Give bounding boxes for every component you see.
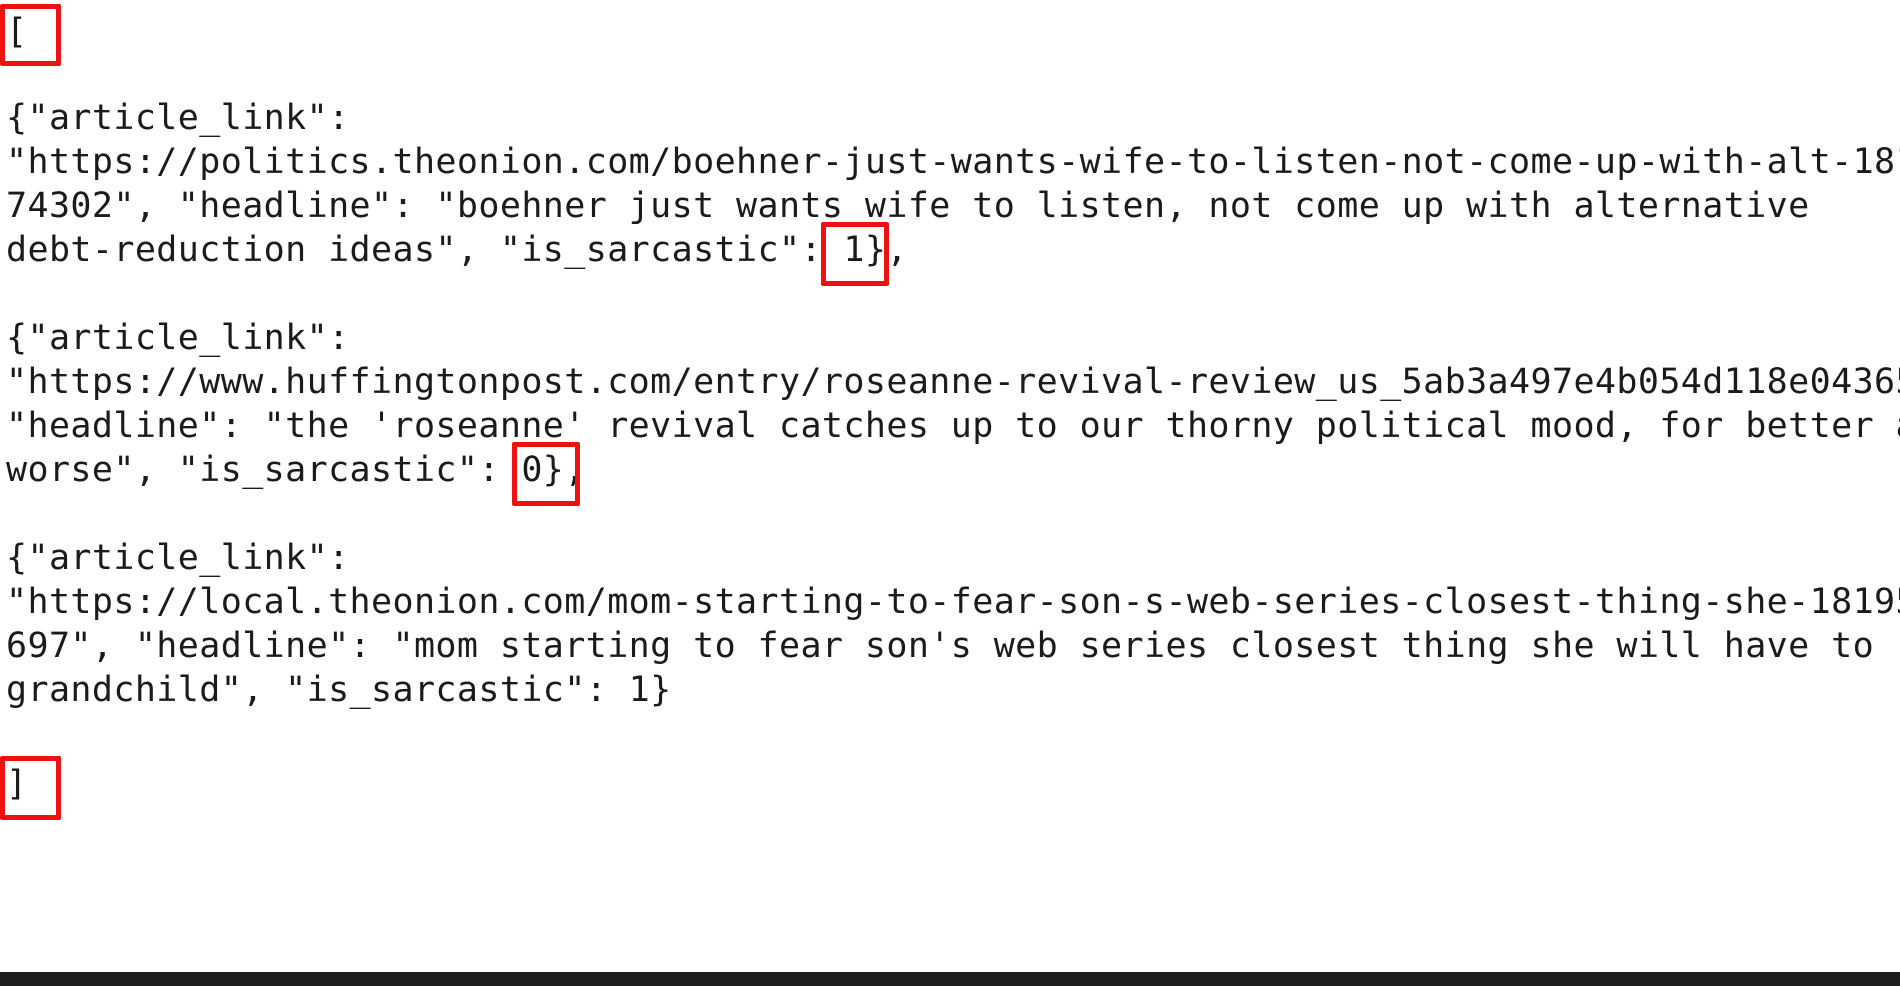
record-3-line-3: 697", "headline": "mom starting to fear … [6,626,1875,666]
record-2-line-3: "headline": "the 'roseanne' revival catc… [6,406,1900,446]
record-3-line-2: "https://local.theonion.com/mom-starting… [6,582,1900,622]
record-2-line-1: {"article_link": [6,318,350,358]
record-3-line-1: {"article_link": [6,538,350,578]
record-1-line-1: {"article_link": [6,98,350,138]
taskbar-strip [0,972,1900,986]
record-1-line-2: "https://politics.theonion.com/boehner-j… [6,142,1900,182]
record-1-line-3: 74302", "headline": "boehner just wants … [6,186,1810,226]
close-bracket-highlight [0,756,61,820]
record-2-line-2: "https://www.huffingtonpost.com/entry/ro… [6,362,1900,402]
record-1-line-4: debt-reduction ideas", "is_sarcastic": 1… [6,230,908,270]
record-2-line-4: worse", "is_sarcastic": 0}, [6,450,586,490]
record-3-line-4: grandchild", "is_sarcastic": 1} [6,670,672,710]
record-2-end-highlight [512,442,580,506]
record-1-end-highlight [821,222,889,286]
json-text-view: [ {"article_link": "https://politics.the… [0,0,1900,972]
open-bracket-highlight [0,4,61,66]
